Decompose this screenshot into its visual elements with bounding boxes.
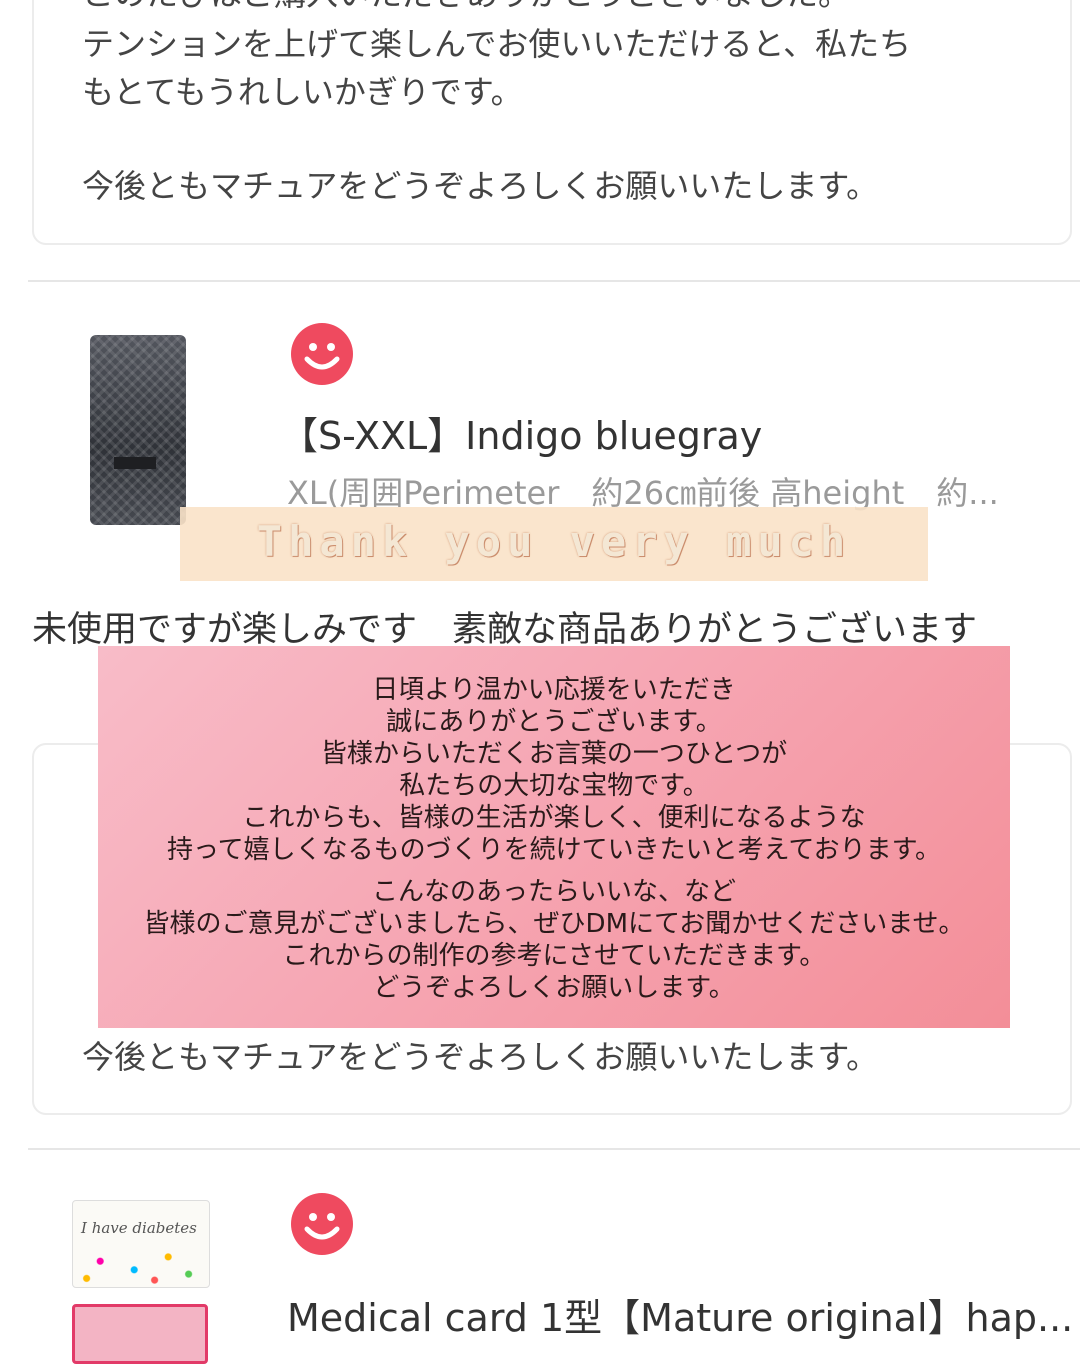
smiley-icon xyxy=(291,1193,353,1255)
product-title[interactable]: Medical card 1型【Mature original】hap... xyxy=(287,1287,1073,1342)
smiley-icon xyxy=(291,323,353,385)
overlay-line: こんなのあったらいいな、など xyxy=(371,877,736,907)
thank-you-banner: Thank you very much xyxy=(180,507,928,581)
overlay-line: 私たちの大切な宝物です。 xyxy=(399,771,709,801)
banner-text: Thank you very much xyxy=(256,517,852,566)
seller-reply-card: このたびはご購入いただきありがとうございました。 テンションを上げて楽しんでお使… xyxy=(32,0,1072,245)
overlay-line: 日頃より温かい応援をいただき xyxy=(372,675,736,705)
product-title[interactable]: 【S-XXL】Indigo bluegray xyxy=(280,405,762,460)
overlay-line: 皆様のご意見がございましたら、ぜひDMにてお聞かせくださいませ。 xyxy=(143,909,965,939)
product-thumbnail-secondary[interactable] xyxy=(72,1304,208,1364)
reply-closing: 今後ともマチュアをどうぞよろしくお願いいたします。 xyxy=(82,1038,879,1076)
reply-line-3: もとてもうれしいかぎりです。 xyxy=(82,73,523,111)
overlay-line: 誠にありがとうございます。 xyxy=(386,707,722,737)
overlay-line: 持って嬉しくなるものづくりを続けていきたいと考えております。 xyxy=(166,835,942,865)
product-thumbnail[interactable] xyxy=(90,335,186,525)
message-overlay: 日頃より温かい応援をいただき 誠にありがとうございます。 皆様からいただくお言葉… xyxy=(98,646,1010,1028)
overlay-line: どうぞよろしくお願いします。 xyxy=(373,973,735,1003)
overlay-line: 皆様からいただくお言葉の一つひとつが xyxy=(320,739,788,769)
review-divider xyxy=(28,280,1080,282)
reply-line-clipped: このたびはご購入いただきありがとうございました。 xyxy=(82,0,1040,18)
reply-line-2: テンションを上げて楽しんでお使いいただけると、私たち xyxy=(82,25,912,63)
product-thumbnail[interactable]: I have diabetes xyxy=(72,1200,210,1288)
overlay-line: これからも、皆様の生活が楽しく、便利になるような xyxy=(242,803,866,833)
reply-closing: 今後ともマチュアをどうぞよろしくお願いいたします。 xyxy=(82,167,879,205)
overlay-line: これからの制作の参考にさせていただきます。 xyxy=(282,941,826,971)
card-text: I have diabetes xyxy=(81,1219,197,1237)
review-divider xyxy=(28,1148,1080,1150)
